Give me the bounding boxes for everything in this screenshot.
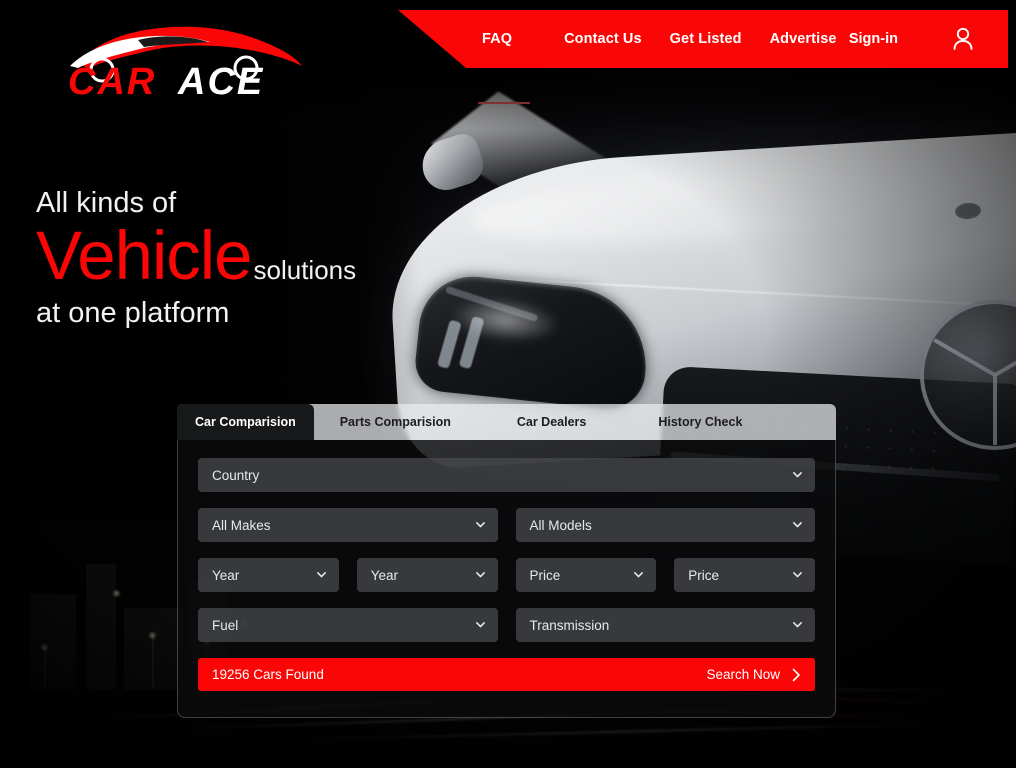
nav-item-faq[interactable]: FAQ [482, 31, 512, 47]
form-row-submit: 19256 Cars Found Search Now [198, 658, 815, 691]
price-from-value: Price [529, 567, 561, 583]
chevron-down-icon [633, 569, 644, 580]
country-select[interactable]: Country [198, 458, 815, 492]
nav-item-get-listed[interactable]: Get Listed [670, 31, 742, 47]
emblem-spoke [994, 338, 1016, 377]
hero-line-2: Vehicle solutions [36, 218, 356, 294]
search-form: Country All Makes All Models Year Year P… [177, 440, 836, 718]
search-now-group: Search Now [706, 667, 801, 682]
chevron-right-icon [792, 668, 801, 682]
svg-text:CAR: CAR [68, 61, 156, 98]
main-navigation-bar: FAQ Contact Us Get Listed Advertise Sign… [398, 10, 1008, 68]
chevron-down-icon [792, 469, 803, 480]
street-lamp-light [40, 643, 49, 652]
form-row-country: Country [198, 458, 815, 492]
hero-line-3: at one platform [36, 297, 230, 329]
fuel-select[interactable]: Fuel [198, 608, 498, 642]
transmission-select[interactable]: Transmission [515, 608, 815, 642]
hero-highlight-word: Vehicle [36, 217, 252, 294]
fuel-select-value: Fuel [212, 617, 239, 633]
nav-active-underline [478, 102, 530, 104]
vehicle-search-panel: Car Comparision Parts Comparision Car De… [177, 404, 836, 718]
chevron-down-icon [475, 569, 486, 580]
emblem-spoke [933, 338, 996, 377]
price-to-value: Price [688, 567, 720, 583]
make-select[interactable]: All Makes [198, 508, 498, 542]
svg-text:ACE: ACE [177, 61, 264, 98]
model-select-value: All Models [529, 517, 592, 533]
country-select-value: Country [212, 467, 260, 483]
sign-in-link[interactable]: Sign-in [849, 31, 898, 47]
tab-parts-comparision[interactable]: Parts Comparision [322, 404, 469, 440]
search-tab-bar: Car Comparision Parts Comparision Car De… [177, 404, 836, 440]
year-to-select[interactable]: Year [356, 558, 498, 592]
tab-history-check[interactable]: History Check [640, 404, 760, 440]
form-row-fuel-transmission: Fuel Transmission [198, 608, 815, 642]
emblem-spoke [993, 375, 997, 445]
city-building [86, 564, 116, 690]
price-to-select[interactable]: Price [674, 558, 815, 592]
year-from-select[interactable]: Year [198, 558, 339, 592]
chevron-down-icon [475, 519, 486, 530]
form-row-make-model: All Makes All Models [198, 508, 815, 542]
hero-highlight-suffix: solutions [253, 255, 357, 285]
chevron-down-icon [316, 569, 327, 580]
chevron-down-icon [792, 619, 803, 630]
nav-item-advertise[interactable]: Advertise [770, 31, 837, 47]
results-count-label: 19256 Cars Found [212, 667, 324, 682]
street-lamp-light [148, 631, 157, 640]
street-lamp-post [44, 648, 46, 688]
nav-links: FAQ Contact Us Get Listed Advertise [482, 31, 837, 47]
page-bottom-bar [0, 744, 1016, 768]
headlight-strip [436, 319, 462, 369]
make-select-value: All Makes [212, 517, 271, 533]
nav-item-contact-us[interactable]: Contact Us [564, 31, 642, 47]
user-account-icon[interactable] [948, 24, 978, 54]
city-light [112, 589, 121, 598]
tab-car-dealers[interactable]: Car Dealers [499, 404, 605, 440]
form-row-year-price: Year Year Price Price [198, 558, 815, 592]
hero-headline: All kinds of Vehicle solutions at one pl… [36, 186, 356, 330]
model-select[interactable]: All Models [515, 508, 815, 542]
transmission-select-value: Transmission [529, 617, 610, 633]
page-root: CAR ACE FAQ Contact Us Get Listed Advert… [0, 0, 1016, 768]
year-from-value: Year [212, 567, 240, 583]
price-from-select[interactable]: Price [515, 558, 657, 592]
chevron-down-icon [792, 569, 803, 580]
nav-right-group: Sign-in [849, 24, 978, 54]
year-to-value: Year [370, 567, 399, 583]
city-building [30, 594, 76, 690]
car-silhouette-icon: CAR ACE [68, 26, 302, 98]
hero-line-1: All kinds of [36, 187, 177, 219]
chevron-down-icon [475, 619, 486, 630]
chevron-down-icon [792, 519, 803, 530]
street-lamp-post [152, 636, 154, 688]
brand-logo[interactable]: CAR ACE [40, 16, 330, 98]
light-trail [300, 721, 1000, 741]
search-now-button[interactable]: 19256 Cars Found Search Now [198, 658, 815, 691]
tab-car-comparision[interactable]: Car Comparision [177, 404, 314, 440]
search-now-label: Search Now [706, 667, 780, 682]
